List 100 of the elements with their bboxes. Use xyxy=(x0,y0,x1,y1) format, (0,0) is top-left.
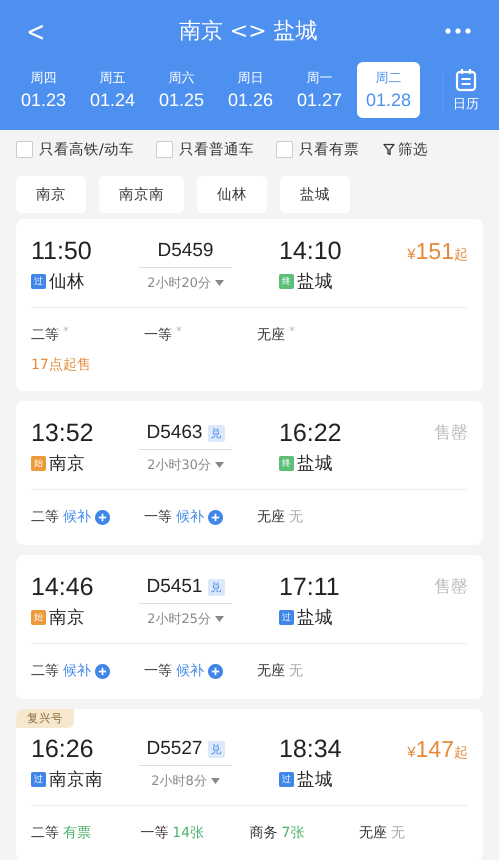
checkbox[interactable] xyxy=(156,140,173,158)
station-tag: 过 xyxy=(279,610,294,624)
date-tab[interactable]: 周一 01.27 xyxy=(288,62,351,118)
plus-icon[interactable] xyxy=(95,510,110,524)
station-name: 盐城 xyxy=(297,271,333,293)
seat-status: 14张 xyxy=(172,824,204,842)
seat-status: 无 xyxy=(390,824,405,842)
seat-status: 无 xyxy=(289,508,303,526)
station-chip[interactable]: 南京 xyxy=(16,176,86,213)
seat-class: 无座 xyxy=(257,326,285,344)
station-chip[interactable]: 南京南 xyxy=(99,176,184,213)
checkbox[interactable] xyxy=(16,140,33,158)
plus-icon[interactable] xyxy=(208,664,223,678)
duration[interactable]: 2小时20分 xyxy=(147,274,211,292)
arrival-time: 16:22 xyxy=(279,418,343,449)
dropdown-icon[interactable] xyxy=(214,462,224,468)
seat-status[interactable]: 候补 xyxy=(63,662,91,680)
station-tag: 始 xyxy=(31,456,46,470)
station-name: 盐城 xyxy=(297,769,333,791)
filter-label[interactable]: 只看有票 xyxy=(298,140,359,158)
duration[interactable]: 2小时30分 xyxy=(147,456,211,474)
train-card[interactable]: 13:52 始 南京 D5463 兑 2小时30分 16:22 终 盐城 售罄 二等 候补 一等 候补 无座 无 xyxy=(16,401,483,545)
departure-time: 13:52 xyxy=(31,418,95,449)
filter-label[interactable]: 只看高铁/动车 xyxy=(39,140,134,158)
train-number: D5451 xyxy=(146,576,202,598)
filter-label[interactable]: 只看普通车 xyxy=(178,140,254,158)
route-title: 南京 <> 盐城 xyxy=(178,18,318,46)
price: ¥147起 xyxy=(407,735,468,764)
more-icon[interactable] xyxy=(444,28,471,34)
exchange-badge: 兑 xyxy=(208,740,224,758)
seat-status: * xyxy=(63,324,69,338)
seat-status: * xyxy=(289,324,295,338)
station-chip[interactable]: 仙林 xyxy=(197,176,267,213)
train-type-label: 复兴号 xyxy=(16,709,74,728)
station-tag: 过 xyxy=(279,772,294,786)
station-name: 盐城 xyxy=(297,607,333,629)
seat-status[interactable]: 候补 xyxy=(176,662,204,680)
seat-class: 商务 xyxy=(250,824,278,842)
calendar-label[interactable]: 日历 xyxy=(453,94,479,112)
date-tab[interactable]: 周五 01.24 xyxy=(81,62,144,118)
dropdown-icon[interactable] xyxy=(214,616,224,622)
train-card[interactable]: 14:46 始 南京 D5451 兑 2小时25分 17:11 过 盐城 售罄 二等 候补 一等 候补 无座 无 xyxy=(16,555,483,699)
station-name: 盐城 xyxy=(297,453,333,475)
dropdown-icon[interactable] xyxy=(210,778,220,784)
station-name: 南京 xyxy=(49,453,85,475)
seat-status: 有票 xyxy=(63,824,91,842)
station-name: 南京 xyxy=(49,607,85,629)
seat-class: 无座 xyxy=(257,508,285,526)
train-number: D5463 xyxy=(146,422,202,444)
dropdown-icon[interactable] xyxy=(214,280,224,286)
sold-out-label: 售罄 xyxy=(434,576,468,599)
arrival-time: 18:34 xyxy=(279,734,343,765)
duration[interactable]: 2小时8分 xyxy=(151,772,207,790)
filter-icon[interactable] xyxy=(382,142,395,156)
seat-class: 一等 xyxy=(140,824,168,842)
departure-time: 11:50 xyxy=(31,236,93,267)
exchange-badge: 兑 xyxy=(208,424,224,442)
station-tag: 终 xyxy=(279,274,294,288)
station-tag: 过 xyxy=(31,772,46,786)
train-number: D5527 xyxy=(146,738,202,760)
train-number: D5459 xyxy=(158,240,214,262)
arrival-time: 14:10 xyxy=(279,236,343,267)
back-button[interactable]: < xyxy=(23,14,48,48)
seat-class: 一等 xyxy=(144,326,172,344)
date-tab[interactable]: 周四 01.23 xyxy=(12,62,75,118)
arrival-time: 17:11 xyxy=(279,572,341,603)
date-tab[interactable]: 周六 01.25 xyxy=(150,62,213,118)
station-tag: 终 xyxy=(279,456,294,470)
seat-class: 二等 xyxy=(31,508,59,526)
seat-status: * xyxy=(176,324,182,338)
station-chip[interactable]: 盐城 xyxy=(280,176,350,213)
seat-status[interactable]: 候补 xyxy=(176,508,204,526)
seat-status[interactable]: 候补 xyxy=(63,508,91,526)
seat-status: 7张 xyxy=(282,824,304,842)
sold-out-label: 售罄 xyxy=(434,422,468,445)
sale-time-note: 17点起售 xyxy=(31,356,92,374)
date-tab[interactable]: 周二 01.28 xyxy=(357,62,420,118)
duration[interactable]: 2小时25分 xyxy=(147,610,211,628)
exchange-badge: 兑 xyxy=(208,578,224,596)
seat-class: 二等 xyxy=(31,662,59,680)
seat-class: 无座 xyxy=(358,824,387,842)
filter-button[interactable]: 筛选 xyxy=(382,140,428,158)
train-card[interactable]: 11:50 过 仙林 D5459 2小时20分 14:10 终 盐城 ¥151起 二等 * 一等 * 无座 * 17点起售 xyxy=(16,219,483,391)
plus-icon[interactable] xyxy=(208,510,223,524)
station-tag: 过 xyxy=(31,274,46,288)
seat-class: 一等 xyxy=(144,662,172,680)
station-name: 仙林 xyxy=(49,271,85,293)
station-tag: 始 xyxy=(31,610,46,624)
price: ¥151起 xyxy=(407,237,468,266)
seat-class: 二等 xyxy=(31,326,59,344)
departure-time: 16:26 xyxy=(31,734,95,765)
date-tab[interactable]: 周日 01.26 xyxy=(219,62,282,118)
calendar-icon[interactable] xyxy=(455,68,477,92)
seat-class: 二等 xyxy=(31,824,59,842)
checkbox[interactable] xyxy=(276,140,293,158)
seat-class: 一等 xyxy=(144,508,172,526)
station-name: 南京南 xyxy=(49,769,103,791)
departure-time: 14:46 xyxy=(31,572,95,603)
train-card[interactable]: 复兴号 16:26 过 南京南 D5527 兑 2小时8分 18:34 过 盐城 ¥147起 二等 有票 一等 14张 商务 7张 无座 无 xyxy=(16,709,483,860)
plus-icon[interactable] xyxy=(95,664,110,678)
